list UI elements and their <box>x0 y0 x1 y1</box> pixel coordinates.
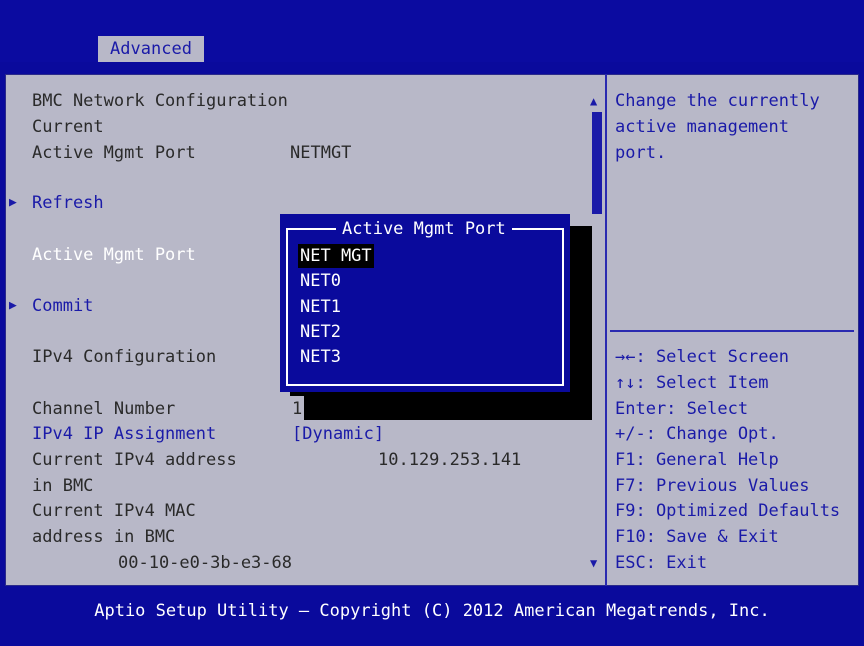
mac-value: 00-10-e0-3b-e3-68 <box>118 553 292 573</box>
mac-label-cont: address in BMC <box>32 527 176 547</box>
current-ip-value: 10.129.253.141 <box>378 450 522 470</box>
popup-option-net3[interactable]: NET3 <box>300 345 341 369</box>
help-divider <box>610 330 854 332</box>
current-ip-label: Current IPv4 address <box>32 450 237 470</box>
key-enter: Enter: Select <box>615 399 749 419</box>
ip-assign-label[interactable]: IPv4 IP Assignment <box>32 421 216 447</box>
channel-value-highlight <box>304 396 592 420</box>
key-exit: ESC: Exit <box>615 553 708 573</box>
key-select-item: ↑↓: Select Item <box>615 373 769 393</box>
current-port-label: Active Mgmt Port <box>32 143 196 163</box>
help-line-2: active management <box>615 117 789 137</box>
ip-assign-value[interactable]: [Dynamic] <box>292 421 384 447</box>
key-previous-values: F7: Previous Values <box>615 476 810 496</box>
footer-copyright: Aptio Setup Utility – Copyright (C) 2012… <box>94 601 770 621</box>
mac-label: Current IPv4 MAC <box>32 501 196 521</box>
active-port-label[interactable]: Active Mgmt Port <box>32 242 196 268</box>
channel-value: 1 <box>292 399 303 419</box>
popup-option-net2[interactable]: NET2 <box>300 320 341 344</box>
key-save-exit: F10: Save & Exit <box>615 527 779 547</box>
popup-option-net0[interactable]: NET0 <box>300 269 341 293</box>
key-select-screen: →←: Select Screen <box>615 347 789 367</box>
help-line-1: Change the currently <box>615 91 820 111</box>
scroll-up-icon[interactable]: ▲ <box>590 94 597 108</box>
key-optimized-defaults: F9: Optimized Defaults <box>615 501 841 521</box>
popup-option-netmgt[interactable]: NET MGT <box>298 244 374 268</box>
commit-item[interactable]: Commit <box>32 293 93 319</box>
ipv4-config-label: IPv4 Configuration <box>32 347 217 367</box>
scrollbar-thumb[interactable] <box>592 112 602 214</box>
key-change-opt: +/-: Change Opt. <box>615 424 779 444</box>
current-ip-label-cont: in BMC <box>32 476 94 496</box>
active-mgmt-port-popup: Active Mgmt Port NET MGT NET0 NET1 NET2 … <box>280 214 570 392</box>
panel-divider <box>605 74 607 586</box>
key-general-help: F1: General Help <box>615 450 779 470</box>
commit-arrow-icon: ▶ <box>9 298 17 313</box>
refresh-item[interactable]: Refresh <box>32 190 104 216</box>
popup-title: Active Mgmt Port <box>336 217 512 241</box>
channel-label: Channel Number <box>32 399 176 419</box>
popup-option-net1[interactable]: NET1 <box>300 295 341 319</box>
scroll-down-icon[interactable]: ▼ <box>590 556 597 570</box>
current-label: Current <box>32 117 104 137</box>
current-port-value: NETMGT <box>290 143 352 163</box>
refresh-arrow-icon: ▶ <box>9 195 17 210</box>
section-title: BMC Network Configuration <box>32 91 288 111</box>
tab-advanced[interactable]: Advanced <box>98 36 204 62</box>
help-line-3: port. <box>615 143 667 163</box>
